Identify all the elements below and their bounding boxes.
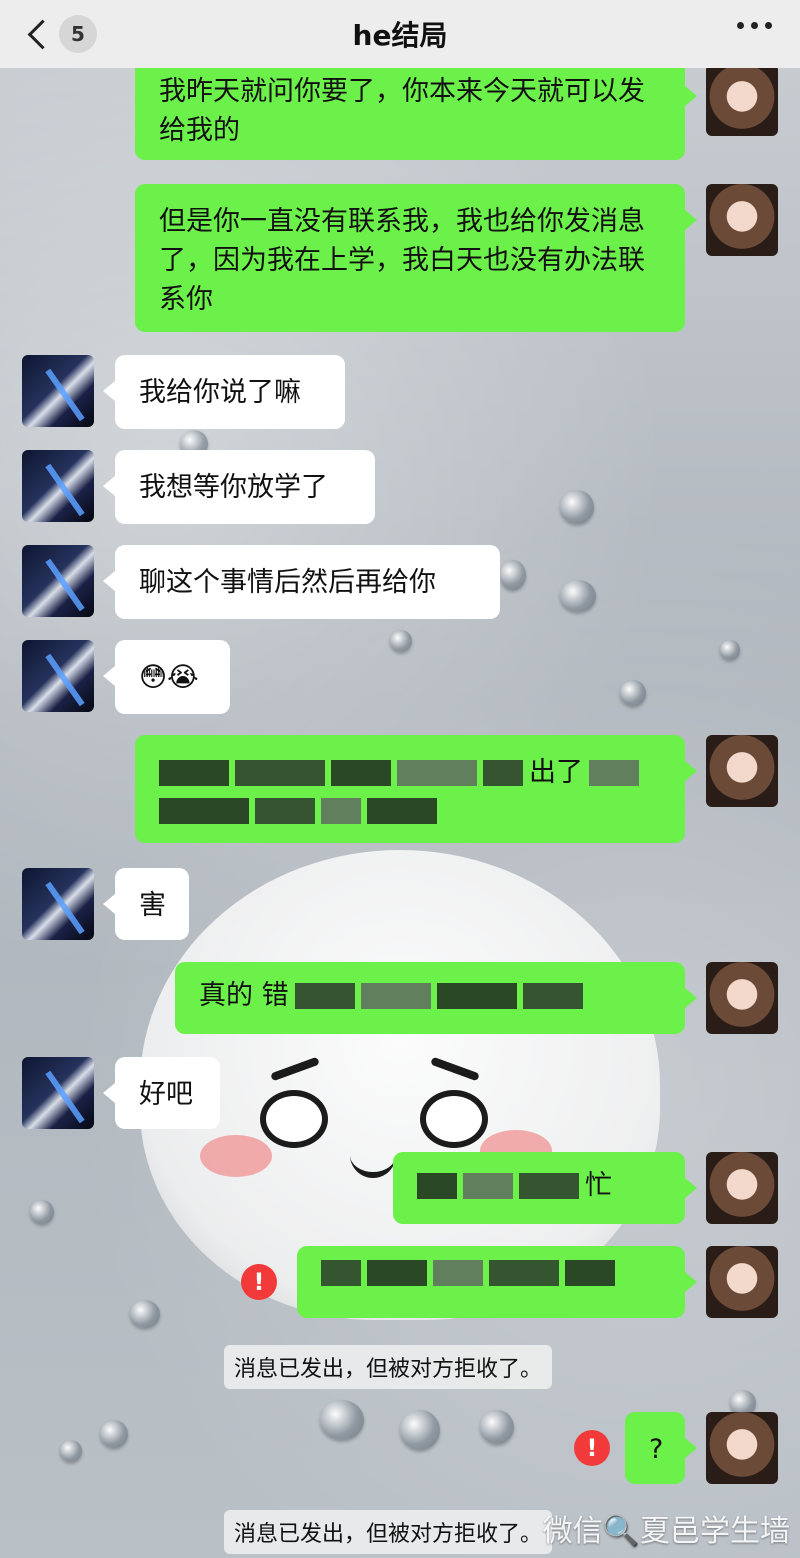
contact-avatar[interactable] bbox=[22, 545, 94, 617]
message-bubble[interactable]: 真的 错 bbox=[175, 962, 697, 1034]
system-notice: 消息已发出，但被对方拒收了。 bbox=[224, 1345, 553, 1389]
contact-avatar[interactable] bbox=[22, 450, 94, 522]
more-dots-icon[interactable] bbox=[737, 22, 772, 29]
censored-text: 出了 bbox=[159, 753, 661, 824]
message-text: 好吧 bbox=[139, 1079, 193, 1110]
message-bubble[interactable]: 我想等你放学了 bbox=[103, 450, 375, 524]
message-text: 害 bbox=[139, 890, 166, 921]
message-bubble[interactable]: 但是你一直没有联系我，我也给你发消息了，因为我在上学，我白天也没有办法联系你 bbox=[135, 184, 697, 332]
my-avatar[interactable] bbox=[706, 962, 778, 1034]
my-avatar[interactable] bbox=[706, 184, 778, 256]
message-text: 但是你一直没有联系我，我也给你发消息了，因为我在上学，我白天也没有办法联系你 bbox=[159, 206, 645, 315]
watermark: 微信🔍夏邑学生墙 bbox=[542, 1514, 790, 1549]
message-text: 我昨天就问你要了，你本来今天就可以发给我的 bbox=[159, 76, 645, 146]
back-button[interactable]: 5 bbox=[24, 14, 97, 54]
censored-text: 真的 错 bbox=[199, 976, 661, 1015]
unread-badge: 5 bbox=[59, 15, 97, 53]
chevron-left-icon bbox=[27, 19, 58, 49]
my-avatar[interactable] bbox=[706, 1152, 778, 1224]
censored-text: 忙 bbox=[417, 1166, 661, 1205]
message-text: 聊这个事情后然后再给你 bbox=[139, 567, 436, 598]
contact-avatar[interactable] bbox=[22, 640, 94, 712]
message-text: ? bbox=[649, 1434, 664, 1465]
message-bubble[interactable]: 忙 bbox=[393, 1152, 697, 1224]
message-bubble[interactable] bbox=[297, 1246, 697, 1318]
message-bubble[interactable]: 我昨天就问你要了，你本来今天就可以发给我的 bbox=[135, 60, 697, 160]
chat-title: he结局 bbox=[352, 19, 448, 52]
message-text: 我给你说了嘛 bbox=[139, 377, 301, 408]
message-bubble[interactable]: 好吧 bbox=[103, 1057, 220, 1129]
contact-avatar[interactable] bbox=[22, 355, 94, 427]
message-bubble[interactable]: 聊这个事情后然后再给你 bbox=[103, 545, 500, 619]
send-failed-icon[interactable]: ! bbox=[574, 1430, 610, 1466]
message-bubble[interactable]: 我给你说了嘛 bbox=[103, 355, 345, 429]
message-bubble[interactable]: ? bbox=[625, 1412, 697, 1484]
contact-avatar[interactable] bbox=[22, 868, 94, 940]
message-text: 出了 bbox=[529, 757, 583, 788]
message-text: 😳😭 bbox=[139, 662, 199, 693]
my-avatar[interactable] bbox=[706, 735, 778, 807]
send-failed-icon[interactable]: ! bbox=[241, 1264, 277, 1300]
message-bubble[interactable]: 😳😭 bbox=[103, 640, 230, 714]
message-bubble[interactable]: 出了 bbox=[135, 735, 697, 843]
message-text: 忙 bbox=[585, 1170, 612, 1201]
my-avatar[interactable] bbox=[706, 64, 778, 136]
censored-text bbox=[321, 1260, 661, 1286]
message-text: 真的 错 bbox=[199, 980, 289, 1011]
message-bubble[interactable]: 害 bbox=[103, 868, 189, 940]
my-avatar[interactable] bbox=[706, 1246, 778, 1318]
contact-avatar[interactable] bbox=[22, 1057, 94, 1129]
chat-header: 5 he结局 bbox=[0, 0, 800, 68]
message-text: 我想等你放学了 bbox=[139, 472, 328, 503]
my-avatar[interactable] bbox=[706, 1412, 778, 1484]
system-notice: 消息已发出，但被对方拒收了。 bbox=[224, 1510, 553, 1554]
